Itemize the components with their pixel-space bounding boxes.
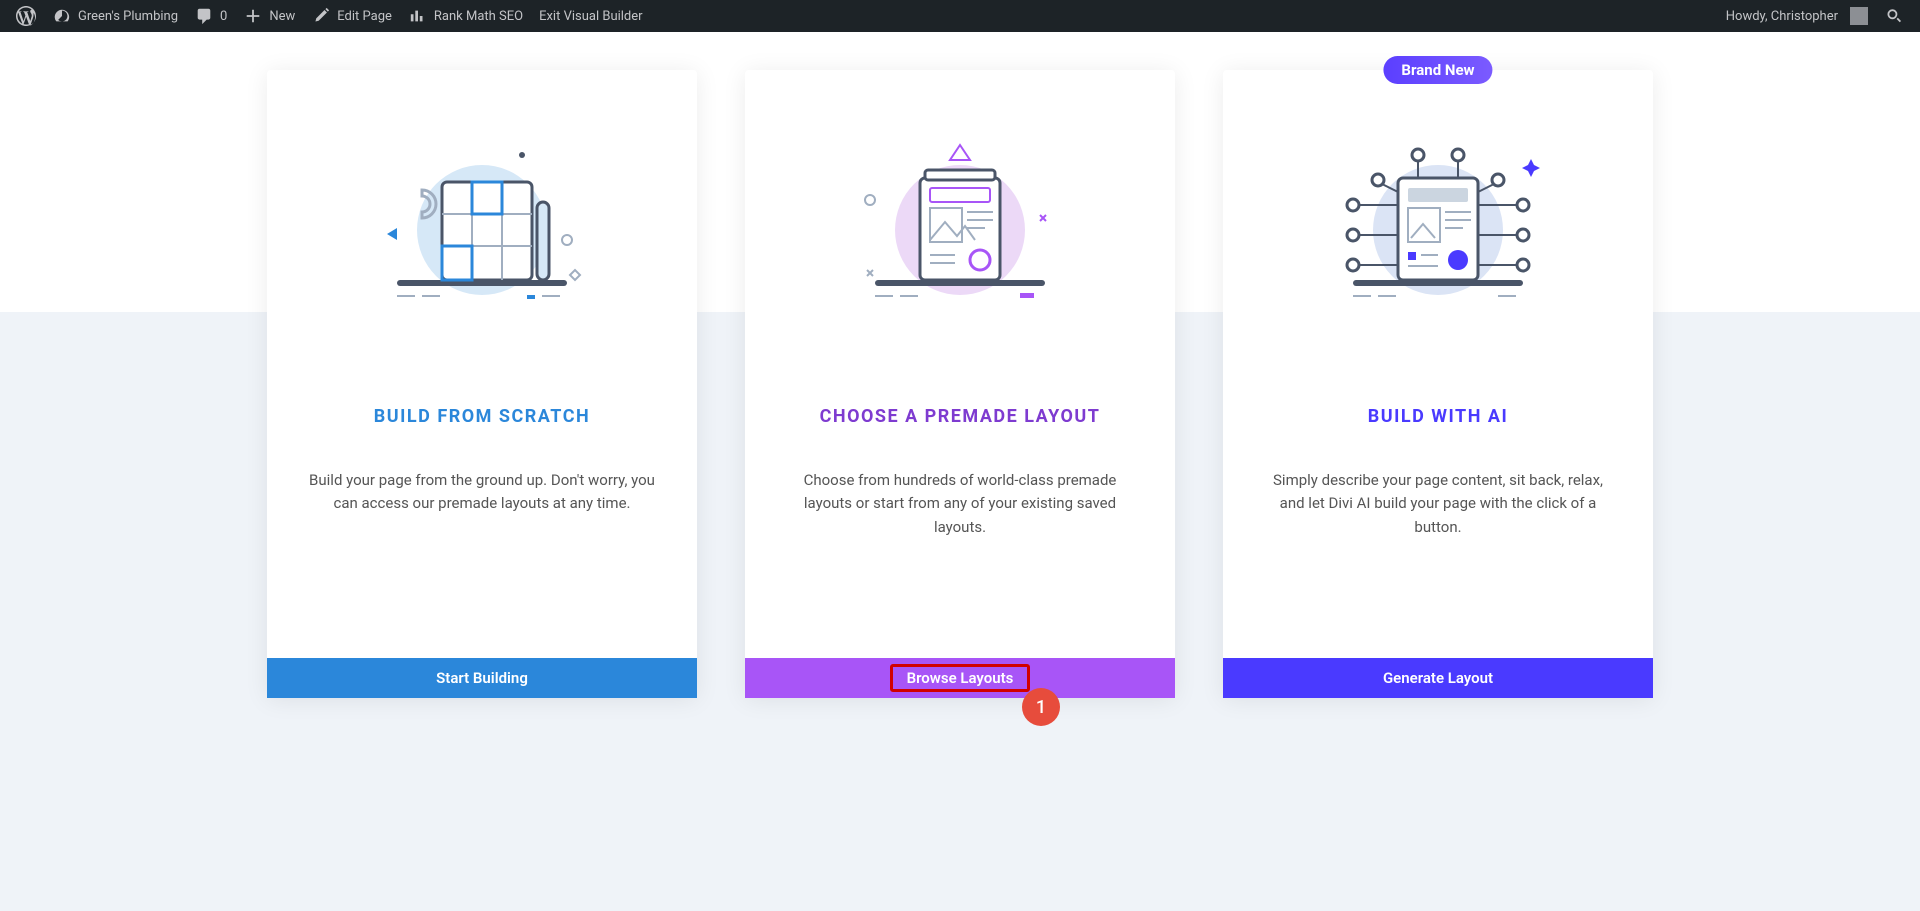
plus-icon bbox=[243, 6, 263, 26]
wp-logo-menu[interactable] bbox=[8, 0, 44, 32]
generate-layout-button[interactable]: Generate Layout bbox=[1223, 658, 1653, 698]
scratch-desc: Build your page from the ground up. Don'… bbox=[305, 469, 659, 516]
scratch-body: BUILD FROM SCRATCH Build your page from … bbox=[267, 350, 697, 658]
site-name-menu[interactable]: Green's Plumbing bbox=[44, 0, 186, 32]
annotation-marker-1: 1 bbox=[1022, 688, 1060, 726]
main-content: BUILD FROM SCRATCH Build your page from … bbox=[0, 32, 1920, 911]
avatar bbox=[1850, 7, 1868, 25]
new-content-menu[interactable]: New bbox=[235, 0, 303, 32]
new-label: New bbox=[269, 9, 295, 24]
rankmath-menu[interactable]: Rank Math SEO bbox=[400, 0, 531, 32]
ai-body: BUILD WITH AI Simply describe your page … bbox=[1223, 350, 1653, 658]
card-build-from-scratch: BUILD FROM SCRATCH Build your page from … bbox=[267, 70, 697, 698]
wordpress-icon bbox=[16, 6, 36, 26]
browse-layouts-button[interactable]: Browse Layouts 1 bbox=[745, 658, 1175, 698]
user-greeting-menu[interactable]: Howdy, Christopher bbox=[1718, 0, 1876, 32]
premade-illustration bbox=[745, 70, 1175, 350]
browse-layouts-label: Browse Layouts bbox=[907, 669, 1014, 687]
admin-bar-left: Green's Plumbing 0 New Edit Page Rank Ma… bbox=[8, 0, 651, 32]
rankmath-label: Rank Math SEO bbox=[434, 9, 523, 24]
pencil-icon bbox=[311, 6, 331, 26]
comments-menu[interactable]: 0 bbox=[186, 0, 235, 32]
exit-builder-menu[interactable]: Exit Visual Builder bbox=[531, 0, 650, 32]
start-building-button[interactable]: Start Building bbox=[267, 658, 697, 698]
cards-container: BUILD FROM SCRATCH Build your page from … bbox=[267, 70, 1653, 911]
site-name-label: Green's Plumbing bbox=[78, 9, 178, 24]
edit-page-label: Edit Page bbox=[337, 9, 392, 24]
search-menu[interactable] bbox=[1876, 0, 1912, 32]
wp-admin-bar: Green's Plumbing 0 New Edit Page Rank Ma… bbox=[0, 0, 1920, 32]
premade-title: CHOOSE A PREMADE LAYOUT bbox=[783, 406, 1137, 427]
premade-desc: Choose from hundreds of world-class prem… bbox=[783, 469, 1137, 539]
card-premade-layout: CHOOSE A PREMADE LAYOUT Choose from hund… bbox=[745, 70, 1175, 698]
scratch-illustration bbox=[267, 70, 697, 350]
ai-illustration bbox=[1223, 70, 1653, 350]
premade-body: CHOOSE A PREMADE LAYOUT Choose from hund… bbox=[745, 350, 1175, 658]
search-icon bbox=[1884, 6, 1904, 26]
exit-builder-label: Exit Visual Builder bbox=[539, 9, 642, 24]
card-build-with-ai: Brand New bbox=[1223, 70, 1653, 698]
ai-title: BUILD WITH AI bbox=[1261, 406, 1615, 427]
generate-layout-label: Generate Layout bbox=[1383, 669, 1493, 687]
start-building-label: Start Building bbox=[436, 669, 528, 687]
chart-icon bbox=[408, 6, 428, 26]
dashboard-icon bbox=[52, 6, 72, 26]
browse-layouts-highlight: Browse Layouts bbox=[890, 664, 1031, 692]
edit-page-menu[interactable]: Edit Page bbox=[303, 0, 400, 32]
scratch-title: BUILD FROM SCRATCH bbox=[305, 406, 659, 427]
comment-count: 0 bbox=[220, 9, 227, 24]
comment-icon bbox=[194, 6, 214, 26]
brand-new-badge: Brand New bbox=[1383, 56, 1492, 84]
admin-bar-right: Howdy, Christopher bbox=[1718, 0, 1912, 32]
ai-desc: Simply describe your page content, sit b… bbox=[1261, 469, 1615, 539]
greeting-label: Howdy, Christopher bbox=[1726, 9, 1838, 24]
